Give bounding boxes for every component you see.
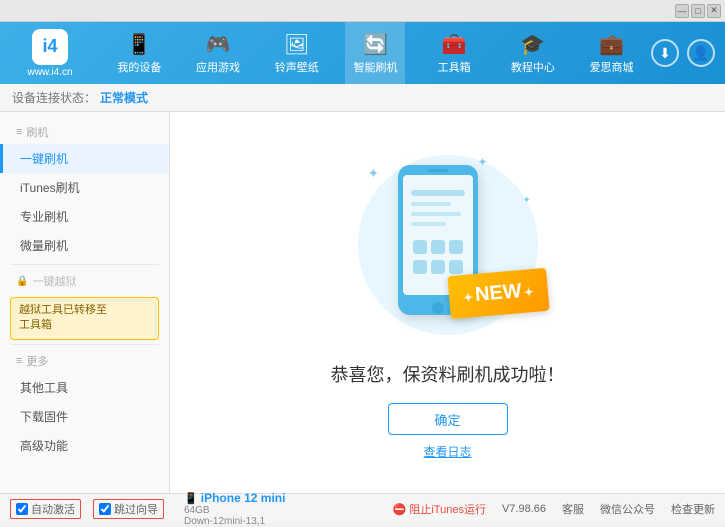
sidebar-item-itunes[interactable]: iTunes刷机	[0, 173, 169, 202]
apps-icon: 🎮	[206, 32, 231, 57]
minimize-button[interactable]: —	[675, 4, 689, 18]
content-area: ✦ ✦ ✦	[170, 112, 725, 493]
device-info: 📱 iPhone 12 mini 64GB Down-12mini-13,1	[184, 491, 285, 527]
maximize-button[interactable]: □	[691, 4, 705, 18]
auto-flash-checkbox-container[interactable]: 自动激活	[10, 499, 81, 519]
toolbox-icon: 🧰	[442, 32, 467, 57]
auto-flash-label: 自动激活	[31, 501, 75, 517]
nav-apps-label: 应用游戏	[196, 59, 240, 75]
skip-guide-label: 跳过向导	[114, 501, 158, 517]
auto-flash-checkbox[interactable]	[16, 503, 28, 515]
nav-wallpaper-label: 铃声壁纸	[275, 59, 319, 75]
logo-url: www.i4.cn	[27, 67, 72, 78]
nav-toolbox[interactable]: 🧰 工具箱	[424, 22, 484, 84]
nav-toolbox-label: 工具箱	[438, 59, 471, 75]
user-button[interactable]: 👤	[687, 39, 715, 67]
window-controls: — □ ✕	[675, 4, 721, 18]
device-name: iPhone 12 mini	[201, 491, 286, 505]
flash-section-icon: ≡	[16, 126, 22, 138]
nav-my-device[interactable]: 📱 我的设备	[109, 22, 169, 84]
stop-icon: ⛔	[393, 504, 410, 516]
status-label: 设备连接状态：	[12, 89, 96, 106]
version-text: V7.98.66	[502, 503, 546, 515]
confirm-button[interactable]: 确定	[388, 403, 508, 435]
nav-items: 📱 我的设备 🎮 应用游戏 🖼 铃声壁纸 🔄 智能刷机 🧰 工具箱 🎓 教程中心…	[100, 22, 651, 84]
logo-icon: i4	[32, 29, 68, 65]
sidebar-item-advanced[interactable]: 高级功能	[0, 431, 169, 460]
header: i4 www.i4.cn 📱 我的设备 🎮 应用游戏 🖼 铃声壁纸 🔄 智能刷机…	[0, 22, 725, 84]
download-button[interactable]: ⬇	[651, 39, 679, 67]
more-section-label: 更多	[26, 353, 48, 369]
lock-icon: 🔒	[16, 276, 28, 287]
phone-icon: 📱	[127, 32, 152, 57]
nav-tutorials-label: 教程中心	[511, 59, 555, 75]
sidebar-divider-2	[10, 344, 159, 345]
success-message: 恭喜您，保资料刷机成功啦！	[331, 361, 565, 387]
bottom-right: ⛔ 阻止iTunes运行 V7.98.66 客服 微信公众号 检查更新	[393, 501, 715, 517]
logo-char: i4	[42, 36, 57, 57]
nav-store[interactable]: 💼 爱思商城	[582, 22, 642, 84]
nav-wallpaper[interactable]: 🖼 铃声壁纸	[267, 22, 327, 84]
sidebar-section-more: ≡ 更多	[0, 349, 169, 373]
check-update-link[interactable]: 检查更新	[671, 501, 715, 517]
retry-log-link[interactable]: 查看日志	[423, 443, 471, 460]
device-storage: 64GB	[184, 505, 210, 516]
sidebar-item-one-click[interactable]: 一键刷机	[0, 144, 169, 173]
main-layout: ≡ 刷机 一键刷机 iTunes刷机 专业刷机 微量刷机 🔒 一键越狱 越狱工具…	[0, 112, 725, 493]
store-icon: 💼	[599, 32, 624, 57]
sidebar-divider-1	[10, 264, 159, 265]
more-section-icon: ≡	[16, 355, 22, 367]
sidebar-item-other-tools[interactable]: 其他工具	[0, 373, 169, 402]
customer-service-link[interactable]: 客服	[562, 501, 584, 517]
device-icon: 📱	[184, 493, 201, 505]
success-illustration: ✦ ✦ ✦	[338, 145, 558, 345]
sparkle-2: ✦	[523, 195, 531, 206]
sidebar-jailbreak-section: 🔒 一键越狱	[0, 269, 169, 293]
skip-guide-checkbox-container[interactable]: 跳过向导	[93, 499, 164, 519]
logo[interactable]: i4 www.i4.cn	[0, 29, 100, 78]
wallpaper-icon: 🖼	[284, 32, 309, 57]
title-bar: — □ ✕	[0, 0, 725, 22]
itunes-status: ⛔ 阻止iTunes运行	[393, 501, 486, 517]
status-bar: 设备连接状态： 正常模式	[0, 84, 725, 112]
bottom-left: 自动激活 跳过向导 📱 iPhone 12 mini 64GB Down-12m…	[10, 491, 393, 527]
sidebar-item-download-fw[interactable]: 下载固件	[0, 402, 169, 431]
nav-smart-flash[interactable]: 🔄 智能刷机	[345, 22, 405, 84]
jailbreak-label: 一键越狱	[32, 273, 76, 289]
nav-flash-label: 智能刷机	[353, 59, 397, 75]
sidebar-item-pro[interactable]: 专业刷机	[0, 202, 169, 231]
close-button[interactable]: ✕	[707, 4, 721, 18]
tutorials-icon: 🎓	[520, 32, 545, 57]
nav-my-device-label: 我的设备	[117, 59, 161, 75]
status-value: 正常模式	[100, 89, 148, 106]
nav-tutorials[interactable]: 🎓 教程中心	[503, 22, 563, 84]
nav-store-label: 爱思商城	[590, 59, 634, 75]
nav-right: ⬇ 👤	[651, 39, 725, 67]
jailbreak-notice: 越狱工具已转移至工具箱	[10, 297, 159, 340]
bottom-bar: 自动激活 跳过向导 📱 iPhone 12 mini 64GB Down-12m…	[0, 493, 725, 523]
sidebar-section-flash: ≡ 刷机	[0, 120, 169, 144]
nav-apps-games[interactable]: 🎮 应用游戏	[188, 22, 248, 84]
sparkle-1: ✦	[368, 165, 380, 182]
skip-guide-checkbox[interactable]	[99, 503, 111, 515]
device-firmware: Down-12mini-13,1	[184, 516, 265, 527]
sidebar-item-save[interactable]: 微量刷机	[0, 231, 169, 260]
wechat-official-link[interactable]: 微信公众号	[600, 501, 655, 517]
flash-section-label: 刷机	[26, 124, 48, 140]
flash-icon: 🔄	[363, 32, 388, 57]
new-badge: NEW	[447, 268, 549, 319]
itunes-status-text: 阻止iTunes运行	[409, 504, 486, 516]
sidebar: ≡ 刷机 一键刷机 iTunes刷机 专业刷机 微量刷机 🔒 一键越狱 越狱工具…	[0, 112, 170, 493]
